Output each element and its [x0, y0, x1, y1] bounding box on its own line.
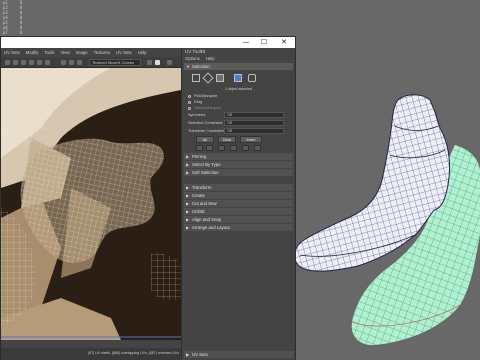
snap-icon[interactable]: [45, 60, 50, 65]
section-unfold[interactable]: ▶ Unfold: [184, 208, 293, 215]
section-transform[interactable]: ▶ Transform: [184, 184, 293, 191]
radio-dot-icon: [188, 106, 191, 110]
shell-select-icon[interactable]: [248, 74, 256, 82]
section-cut-and-sew[interactable]: ▶ Cut and Sew: [184, 200, 293, 207]
minimize-button[interactable]: —: [239, 37, 253, 48]
chevron-right-icon: ▶: [186, 170, 190, 175]
section-align-and-snap[interactable]: ▶ Align and Snap: [184, 216, 293, 223]
pin-icon[interactable]: [61, 60, 66, 65]
chevron-right-icon: ▶: [186, 352, 190, 357]
uv-texture-layout[interactable]: [1, 68, 181, 340]
section-create[interactable]: ▶ Create: [184, 192, 293, 199]
isolate-icon[interactable]: [77, 60, 82, 65]
radio-dot-icon: [188, 94, 191, 98]
menu-help[interactable]: Help: [138, 48, 147, 57]
window-titlebar[interactable]: — ☐ ✕: [1, 37, 295, 48]
menu-textures[interactable]: Textures: [94, 48, 110, 57]
edge-select-icon[interactable]: [202, 72, 214, 84]
uv-editor-toolbar: Textured Shoe01 Combo: [1, 57, 181, 68]
outliner-panel: p1 0 p2 0 p3 0 p4 0 p5 0 p6 0 p7 0: [0, 0, 36, 38]
image-icon[interactable]: [37, 60, 42, 65]
clear-button[interactable]: Clear: [218, 136, 236, 143]
grid-icon[interactable]: [5, 60, 10, 65]
menu-view[interactable]: View: [60, 48, 69, 57]
texture-combo-select[interactable]: Textured Shoe01 Combo: [89, 59, 141, 66]
selection-count: 1 object selected: [225, 87, 252, 91]
section-select-by-type[interactable]: ▶ Select By Type: [184, 161, 293, 168]
section-uv-sets[interactable]: ▶ UV Sets: [184, 351, 294, 358]
section-arrange-and-layout[interactable]: ▶ Arrange and Layout: [184, 224, 293, 231]
menu-modify[interactable]: Modify: [26, 48, 39, 57]
chevron-down-icon: ▼: [186, 64, 190, 69]
border-icon[interactable]: [218, 145, 225, 151]
grow-icon[interactable]: [196, 145, 203, 151]
select-all-button[interactable]: All: [196, 136, 214, 143]
chevron-right-icon: ▶: [186, 209, 190, 214]
section-pinning[interactable]: ▶ Pinning: [184, 153, 293, 160]
chevron-right-icon: ▶: [186, 201, 190, 206]
symmetry-field[interactable]: Symmetry: Off: [182, 111, 295, 119]
uv-status-text: (87) UV shells, (865) overlapping UVs, (…: [87, 351, 179, 355]
selection-buttons: All Clear Invert: [182, 135, 295, 144]
chevron-right-icon: ▶: [186, 154, 190, 159]
menu-uv-sets[interactable]: UV Sets: [4, 48, 20, 57]
toolkit-menu-help[interactable]: Help: [206, 55, 215, 62]
gamma-icon[interactable]: [167, 60, 172, 65]
select-shell-icon[interactable]: [254, 145, 261, 151]
uv-statusbar: (87) UV shells, (865) overlapping UVs, (…: [1, 348, 181, 360]
shaded-icon[interactable]: [21, 60, 26, 65]
selection-mode-icons: [182, 71, 295, 85]
uv-canvas[interactable]: [1, 68, 181, 340]
outliner-row[interactable]: p7 0: [0, 30, 36, 35]
uv-editor-menubar: UV Sets Modify Tools View Image Textures…: [1, 48, 181, 57]
uv-select-icon[interactable]: [234, 74, 242, 82]
exposure-slider[interactable]: [155, 60, 160, 65]
uv-toolkit-panel: UV Toolkit Options Help ▼ Selection 1 obj…: [181, 48, 295, 360]
toolkit-title: UV Toolkit: [185, 49, 206, 54]
invert-button[interactable]: Invert: [240, 136, 262, 143]
toolkit-menu-options[interactable]: Options: [185, 55, 200, 62]
menu-tools[interactable]: Tools: [44, 48, 54, 57]
section-soft-selection[interactable]: ▶ Soft Selection: [184, 169, 293, 176]
chevron-right-icon: ▶: [186, 162, 190, 167]
shortest-path-icon[interactable]: [242, 145, 249, 151]
vertex-select-icon[interactable]: [192, 74, 200, 82]
chevron-right-icon: ▶: [186, 185, 190, 190]
shrink-icon[interactable]: [206, 145, 213, 151]
chevron-right-icon: ▶: [186, 225, 190, 230]
close-button[interactable]: ✕: [277, 37, 291, 48]
shell-border-icon[interactable]: [230, 145, 237, 151]
face-select-icon[interactable]: [216, 74, 224, 82]
uv-editor-window: — ☐ ✕ UV Sets Modify Tools View Image Te…: [0, 36, 296, 360]
section-selection[interactable]: ▼ Selection: [184, 63, 293, 70]
chevron-right-icon: ▶: [186, 217, 190, 222]
maximize-button[interactable]: ☐: [257, 37, 271, 48]
transform-constraint-field[interactable]: Transform Constraint: Off: [182, 127, 295, 135]
frame-icon[interactable]: [69, 60, 74, 65]
toolkit-menubar: Options Help: [182, 55, 295, 62]
exposure-icon[interactable]: [147, 60, 152, 65]
radio-dot-icon: [188, 100, 191, 104]
menu-image[interactable]: Image: [76, 48, 88, 57]
3d-shoe-meshes[interactable]: [290, 60, 480, 360]
menu-uv-sets-2[interactable]: UV Sets: [116, 48, 132, 57]
chevron-right-icon: ▶: [186, 193, 190, 198]
checker-icon[interactable]: [13, 60, 18, 65]
grow-shrink-buttons: [182, 144, 295, 152]
selection-constraint-field[interactable]: Selection Constraint: Off: [182, 119, 295, 127]
distortion-icon[interactable]: [29, 60, 34, 65]
